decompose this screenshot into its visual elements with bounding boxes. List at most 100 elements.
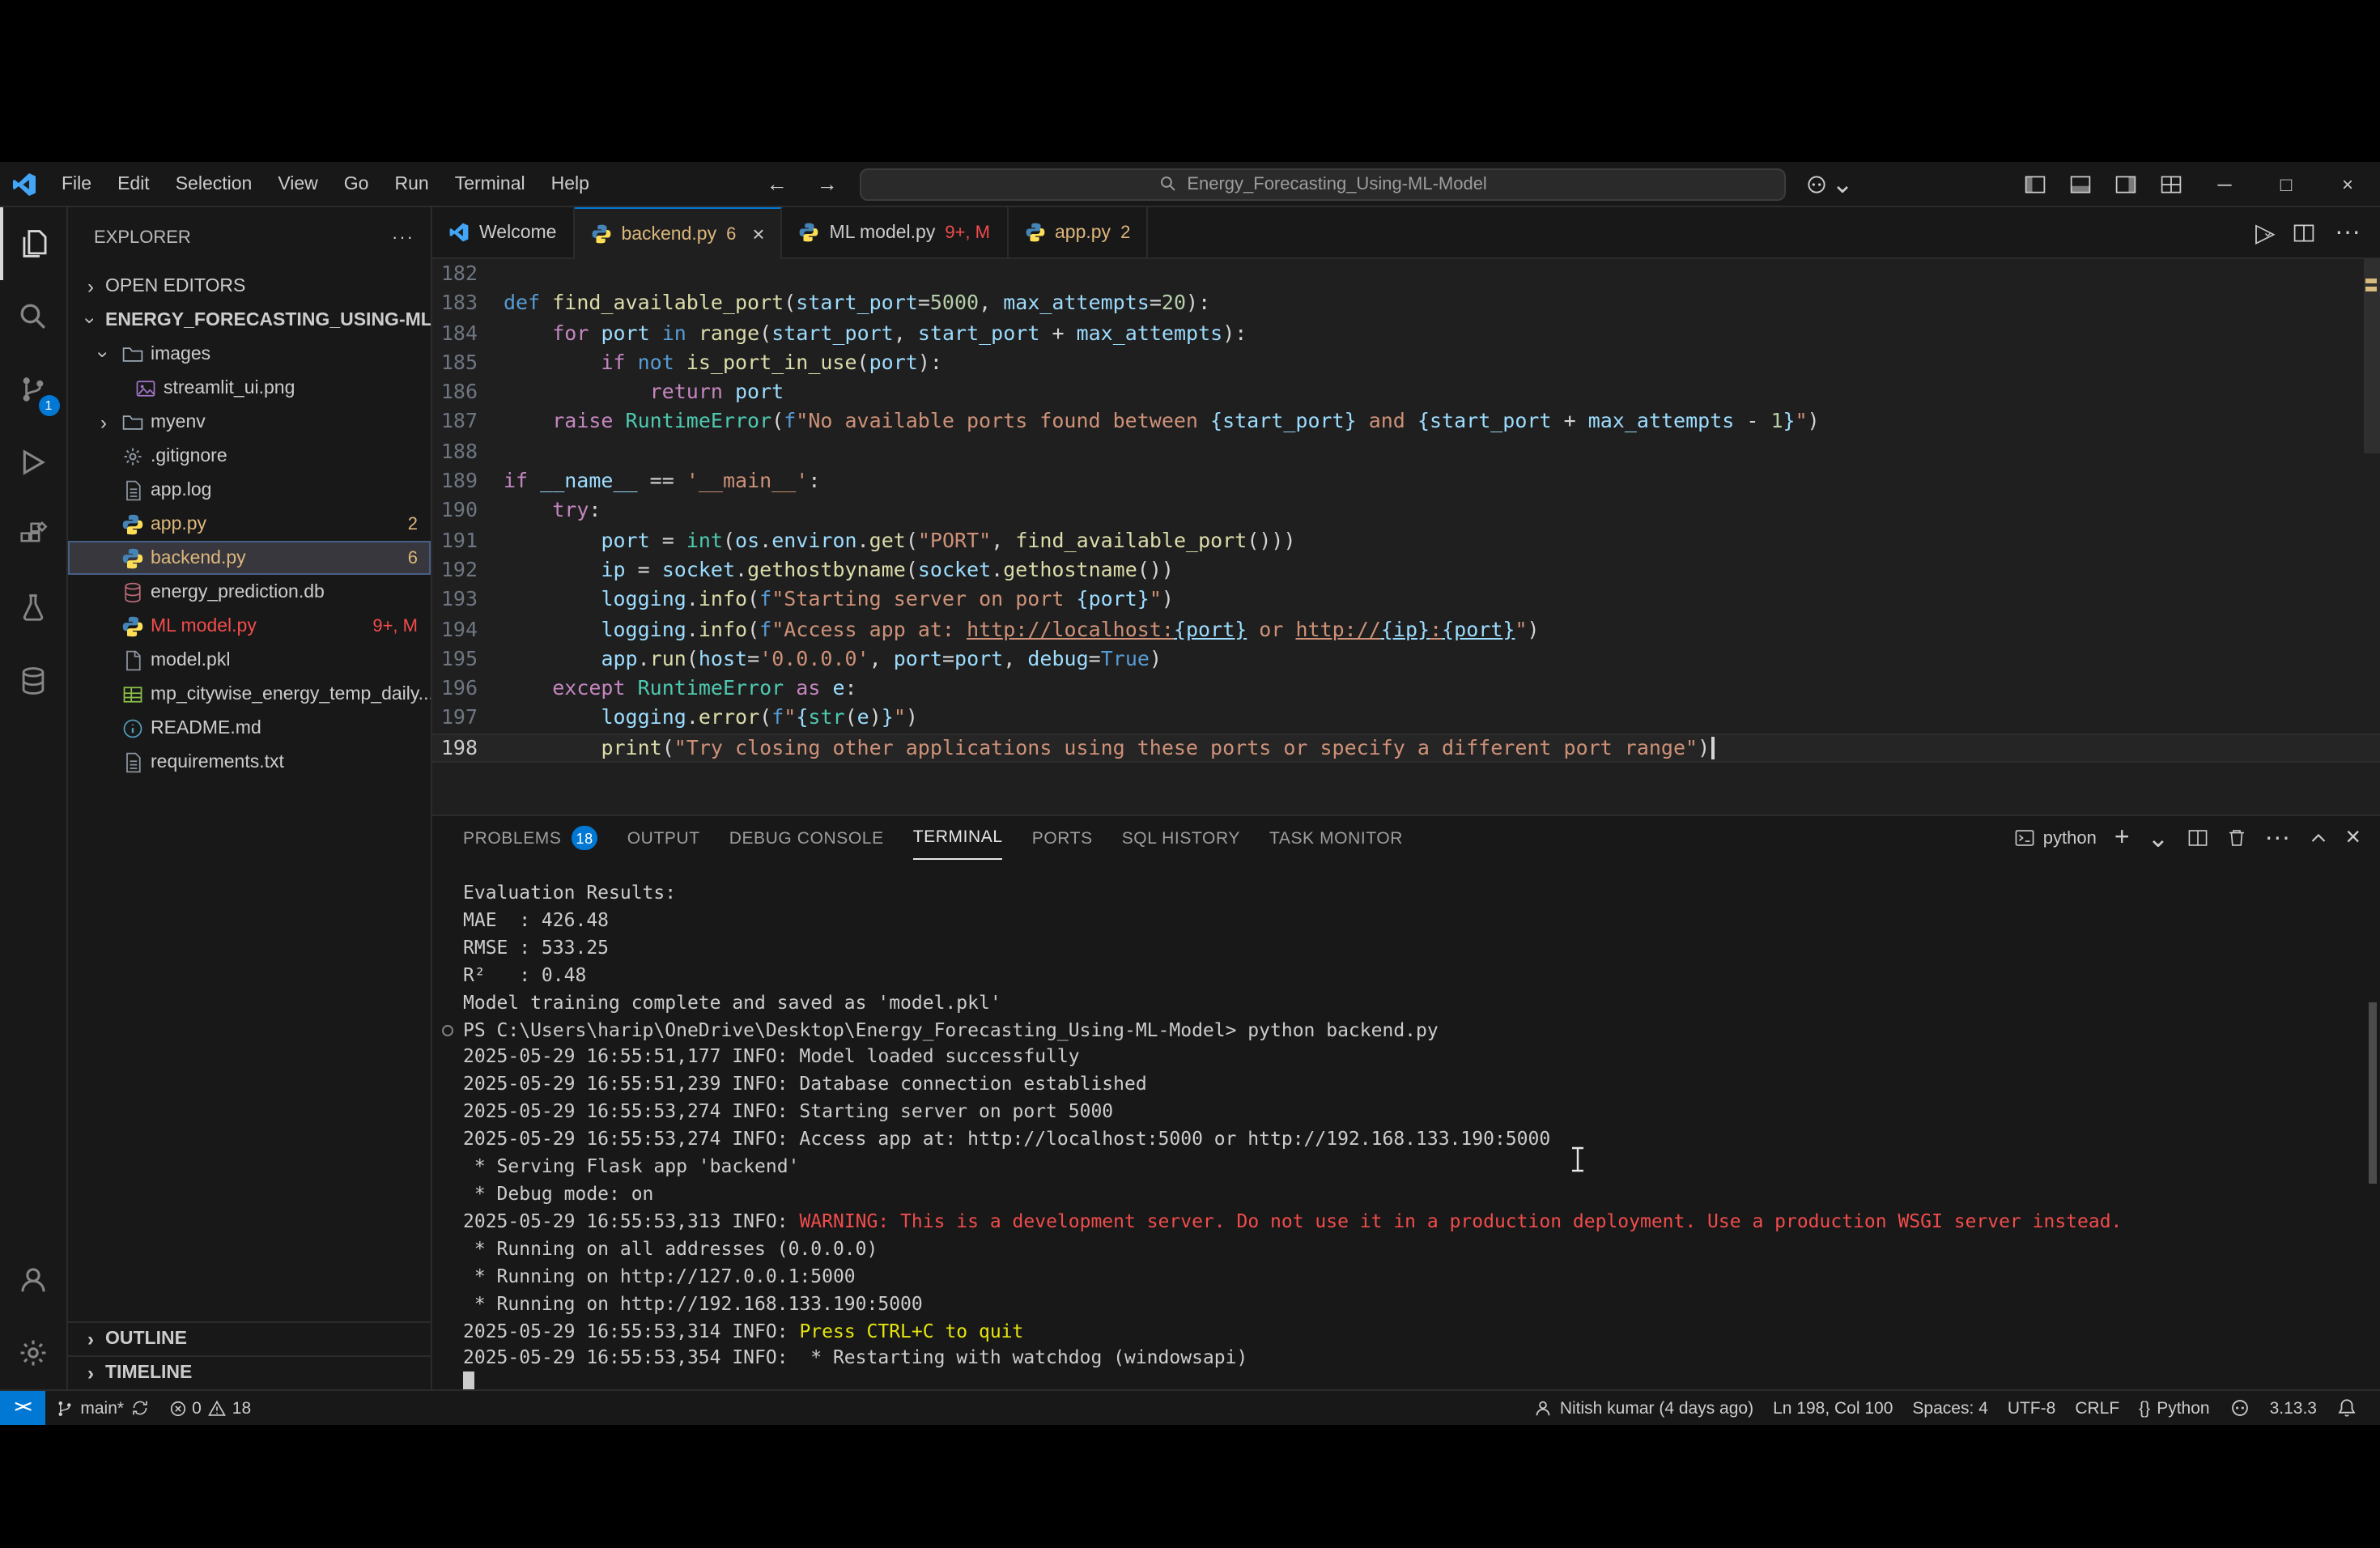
tab-app-py[interactable]: app.py2 xyxy=(1008,207,1148,257)
copilot-menu-button[interactable]: ⌄ xyxy=(1806,168,1854,200)
python-version-item[interactable]: 3.13.3 xyxy=(2260,1391,2327,1425)
code-line[interactable]: 196 except RuntimeError as e: xyxy=(432,674,2380,704)
activity-run-and-debug[interactable] xyxy=(0,426,67,499)
tree-item-app-log[interactable]: app.log xyxy=(68,473,431,507)
panel-tab-task-monitor[interactable]: TASK MONITOR xyxy=(1269,816,1403,860)
tree-item-backend-py[interactable]: backend.py6 xyxy=(68,541,431,575)
cursor-position-item[interactable]: Ln 198, Col 100 xyxy=(1763,1391,1902,1425)
outline-section[interactable]: › OUTLINE xyxy=(68,1321,431,1355)
code-line[interactable]: 187 raise RuntimeError(f"No available po… xyxy=(432,407,2380,437)
maximize-button[interactable]: □ xyxy=(2267,172,2306,195)
indentation-item[interactable]: Spaces: 4 xyxy=(1902,1391,1997,1425)
close-icon[interactable]: × xyxy=(752,222,764,246)
activity-accounts[interactable] xyxy=(0,1244,67,1316)
tree-item-mp_citywise_energy_temp_daily-[interactable]: mp_citywise_energy_temp_daily... xyxy=(68,677,431,711)
notifications-item[interactable] xyxy=(2327,1391,2367,1425)
close-panel-icon[interactable]: × xyxy=(2345,823,2361,853)
panel-tab-terminal[interactable]: TERMINAL xyxy=(913,816,1003,860)
activity-search[interactable] xyxy=(0,280,67,353)
menu-selection[interactable]: Selection xyxy=(163,169,266,198)
tab-ml-model-py[interactable]: ML model.py9+, M xyxy=(783,207,1008,257)
minimize-button[interactable]: ─ xyxy=(2205,172,2244,195)
command-decoration-icon[interactable] xyxy=(442,1024,453,1036)
code-editor[interactable]: 182183def find_available_port(start_port… xyxy=(432,259,2380,814)
panel-tab-sql-history[interactable]: SQL HISTORY xyxy=(1122,816,1240,860)
activity-source-control[interactable]: 1 xyxy=(0,353,67,426)
activity-testing[interactable] xyxy=(0,572,67,644)
code-line[interactable]: 182 xyxy=(432,259,2380,289)
menu-file[interactable]: File xyxy=(49,169,104,198)
command-center-search[interactable]: Energy_Forecasting_Using-ML-Model xyxy=(861,168,1787,200)
git-branch-item[interactable]: main* xyxy=(45,1391,158,1425)
panel-tab-output[interactable]: OUTPUT xyxy=(627,816,700,860)
customize-layout-icon[interactable] xyxy=(2024,172,2046,195)
tree-item-myenv[interactable]: ›myenv xyxy=(68,405,431,439)
code-line[interactable]: 198 print("Try closing other application… xyxy=(432,734,2380,763)
tree-item-app-py[interactable]: app.py2 xyxy=(68,507,431,541)
menu-run[interactable]: Run xyxy=(381,169,441,198)
tree-item-images[interactable]: ›images xyxy=(68,337,431,371)
copilot-status-item[interactable] xyxy=(2220,1391,2260,1425)
code-line[interactable]: 192 ip = socket.gethostbyname(socket.get… xyxy=(432,555,2380,585)
tree-item-streamlit_ui-png[interactable]: streamlit_ui.png xyxy=(68,371,431,405)
maximize-panel-icon[interactable] xyxy=(2308,828,2327,848)
activity-explorer[interactable] xyxy=(0,207,67,280)
split-editor-icon[interactable] xyxy=(2293,221,2315,244)
tree-item-model-pkl[interactable]: model.pkl xyxy=(68,643,431,677)
eol-item[interactable]: CRLF xyxy=(2065,1391,2129,1425)
tab-welcome[interactable]: Welcome xyxy=(432,207,574,257)
code-line[interactable]: 186 return port xyxy=(432,377,2380,407)
panel-tab-debug-console[interactable]: DEBUG CONSOLE xyxy=(729,816,884,860)
split-terminal-icon[interactable] xyxy=(2187,827,2208,848)
code-line[interactable]: 190 try: xyxy=(432,496,2380,526)
code-line[interactable]: 183def find_available_port(start_port=50… xyxy=(432,289,2380,319)
open-editors-section[interactable]: › OPEN EDITORS xyxy=(68,269,431,303)
panel-tab-ports[interactable]: PORTS xyxy=(1032,816,1093,860)
blame-item[interactable]: Nitish kumar (4 days ago) xyxy=(1524,1391,1763,1425)
code-line[interactable]: 193 logging.info(f"Starting server on po… xyxy=(432,585,2380,615)
tab-backend-py[interactable]: backend.py6× xyxy=(574,207,782,259)
language-mode-item[interactable]: {} Python xyxy=(2129,1391,2219,1425)
tree-item-energy_prediction-db[interactable]: energy_prediction.db xyxy=(68,575,431,609)
code-line[interactable]: 184 for port in range(start_port, start_… xyxy=(432,318,2380,348)
activity-extensions[interactable] xyxy=(0,499,67,572)
terminal-dropdown-icon[interactable]: ⌄ xyxy=(2148,822,2170,854)
encoding-item[interactable]: UTF-8 xyxy=(1998,1391,2066,1425)
tree-item-requirements-txt[interactable]: requirements.txt xyxy=(68,745,431,779)
problems-item[interactable]: 0 18 xyxy=(158,1391,261,1425)
menu-help[interactable]: Help xyxy=(538,169,602,198)
code-line[interactable]: 191 port = int(os.environ.get("PORT", fi… xyxy=(432,525,2380,555)
explorer-actions-button[interactable]: ··· xyxy=(392,228,414,248)
close-button[interactable]: × xyxy=(2328,172,2367,195)
tree-item-ml-model-py[interactable]: ML model.py9+, M xyxy=(68,609,431,643)
menu-view[interactable]: View xyxy=(265,169,330,198)
activity-database[interactable] xyxy=(0,644,67,717)
run-python-file-button[interactable]: ▷⌄ xyxy=(2255,216,2273,249)
more-actions-icon[interactable]: ··· xyxy=(2335,218,2361,247)
code-line[interactable]: 189if __name__ == '__main__': xyxy=(432,466,2380,496)
code-line[interactable]: 188 xyxy=(432,437,2380,467)
back-button[interactable]: ← xyxy=(760,172,794,196)
panel-tab-problems[interactable]: PROBLEMS18 xyxy=(463,816,598,860)
terminal-scrollbar[interactable] xyxy=(2369,1002,2377,1184)
activity-manage[interactable] xyxy=(0,1316,67,1389)
terminal-shell-chip[interactable]: python xyxy=(2014,827,2097,848)
menu-edit[interactable]: Edit xyxy=(104,169,163,198)
sync-icon[interactable] xyxy=(130,1399,148,1417)
tree-item--gitignore[interactable]: .gitignore xyxy=(68,439,431,473)
workspace-root-section[interactable]: › ENERGY_FORECASTING_USING-ML-M... xyxy=(68,303,431,337)
menu-go[interactable]: Go xyxy=(331,169,382,198)
code-line[interactable]: 197 logging.error(f"{str(e)}") xyxy=(432,704,2380,734)
remote-indicator[interactable]: >< xyxy=(0,1391,45,1425)
code-line[interactable]: 195 app.run(host='0.0.0.0', port=port, d… xyxy=(432,644,2380,674)
terminal-output[interactable]: Evaluation Results:MAE : 426.48RMSE : 53… xyxy=(432,860,2380,1389)
code-line[interactable]: 185 if not is_port_in_use(port): xyxy=(432,348,2380,378)
panel-more-actions-icon[interactable]: ··· xyxy=(2264,823,2290,853)
tree-item-readme-md[interactable]: README.md xyxy=(68,711,431,745)
code-line[interactable]: 194 logging.info(f"Access app at: http:/… xyxy=(432,615,2380,644)
menu-terminal[interactable]: Terminal xyxy=(442,169,538,198)
new-terminal-button[interactable]: + xyxy=(2114,823,2130,853)
kill-terminal-icon[interactable] xyxy=(2225,827,2246,848)
forward-button[interactable]: → xyxy=(810,172,844,196)
timeline-section[interactable]: › TIMELINE xyxy=(68,1355,431,1389)
